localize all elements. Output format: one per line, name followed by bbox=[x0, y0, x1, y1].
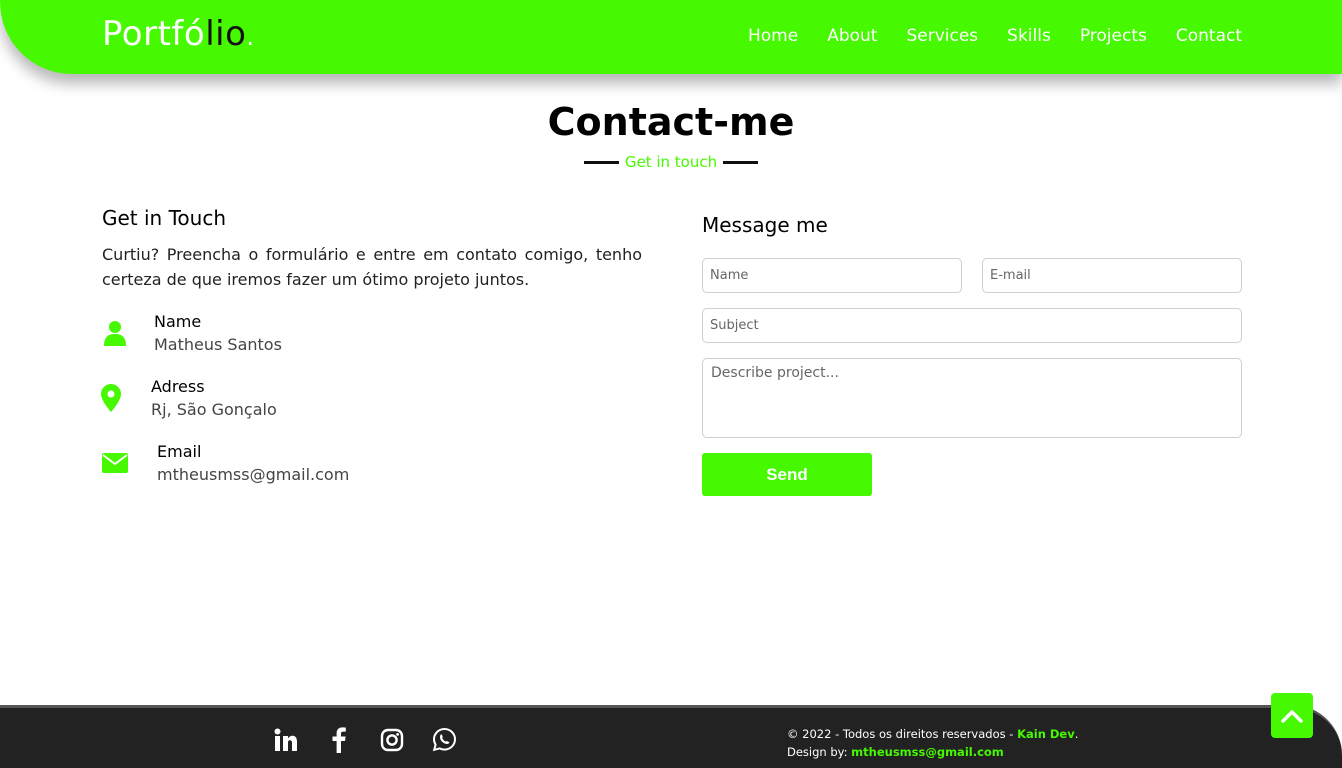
site-footer: © 2022 - Todos os direitos reservados - … bbox=[0, 705, 1342, 768]
name-input[interactable] bbox=[702, 258, 962, 293]
info-value-email: mtheusmss@gmail.com bbox=[157, 465, 350, 484]
info-label-name: Name bbox=[154, 312, 202, 331]
info-item-address: Adress Rj, São Gonçalo bbox=[101, 377, 502, 421]
facebook-icon[interactable] bbox=[325, 726, 352, 753]
divider-left bbox=[583, 161, 619, 164]
send-button[interactable]: Send bbox=[702, 453, 872, 496]
site-header: Portfólio. Home About Services Skills Pr… bbox=[0, 0, 1342, 74]
section-subtitle-wrap: Get in touch bbox=[0, 153, 1342, 171]
info-label-address: Adress bbox=[151, 377, 205, 396]
info-item-email: Email mtheusmss@gmail.com bbox=[102, 442, 502, 486]
back-to-top-button[interactable] bbox=[1271, 693, 1313, 738]
logo-part-2: lio bbox=[205, 14, 247, 54]
copyright-line: © 2022 - Todos os direitos reservados - … bbox=[787, 725, 1078, 743]
email-input[interactable] bbox=[982, 258, 1242, 293]
nav-contact[interactable]: Contact bbox=[1176, 26, 1242, 46]
section-title: Contact-me bbox=[547, 100, 795, 144]
main-nav: Home About Services Skills Projects Cont… bbox=[748, 26, 1242, 46]
info-value-address: Rj, São Gonçalo bbox=[151, 400, 277, 419]
map-pin-icon bbox=[98, 384, 124, 412]
info-item-name: Name Matheus Santos bbox=[102, 312, 502, 356]
logo[interactable]: Portfólio. bbox=[102, 14, 255, 54]
subject-input[interactable] bbox=[702, 308, 1242, 343]
message-form-heading: Message me bbox=[702, 213, 828, 237]
logo-dot: . bbox=[246, 23, 255, 51]
user-icon bbox=[102, 320, 128, 346]
copyright-text: © 2022 - Todos os direitos reservados - bbox=[787, 727, 1014, 741]
info-label-email: Email bbox=[157, 442, 202, 461]
info-value-name: Matheus Santos bbox=[154, 335, 282, 354]
contact-info-heading: Get in Touch bbox=[102, 206, 226, 230]
instagram-icon[interactable] bbox=[378, 726, 405, 753]
nav-about[interactable]: About bbox=[827, 26, 877, 46]
brand-link[interactable]: Kain Dev bbox=[1017, 727, 1075, 741]
logo-part-1: Portfó bbox=[102, 14, 206, 54]
design-label: Design by: bbox=[787, 745, 848, 759]
contact-info: Get in Touch Curtiu? Preencha o formulár… bbox=[101, 206, 642, 484]
envelope-icon bbox=[102, 450, 128, 476]
nav-projects[interactable]: Projects bbox=[1080, 26, 1147, 46]
chevron-up-icon bbox=[1281, 709, 1303, 723]
copyright-period: . bbox=[1074, 727, 1079, 741]
divider-right bbox=[723, 161, 759, 164]
nav-home[interactable]: Home bbox=[748, 26, 798, 46]
section-subtitle: Get in touch bbox=[624, 153, 718, 171]
design-email-link[interactable]: mtheusmss@gmail.com bbox=[851, 745, 1004, 759]
nav-skills[interactable]: Skills bbox=[1007, 26, 1051, 46]
design-line: Design by: mtheusmss@gmail.com bbox=[787, 743, 1078, 761]
social-links bbox=[272, 726, 458, 753]
message-textarea[interactable] bbox=[702, 358, 1242, 438]
linkedin-icon[interactable] bbox=[272, 726, 299, 753]
nav-services[interactable]: Services bbox=[906, 26, 978, 46]
message-form-header: Message me bbox=[702, 213, 1242, 237]
whatsapp-icon[interactable] bbox=[431, 726, 458, 753]
contact-info-text: Curtiu? Preencha o formulário e entre em… bbox=[102, 245, 642, 289]
footer-credits: © 2022 - Todos os direitos reservados - … bbox=[787, 725, 1078, 761]
